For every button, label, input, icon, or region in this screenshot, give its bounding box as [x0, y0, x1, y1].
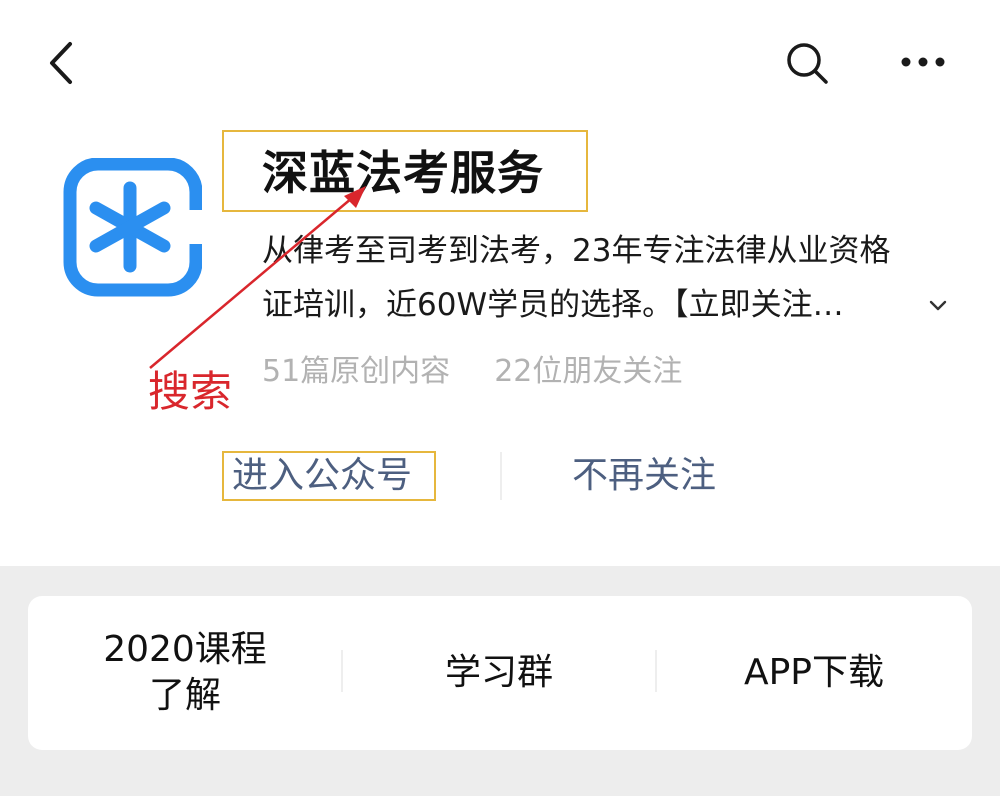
more-icon[interactable] [894, 40, 954, 86]
action-divider [500, 452, 502, 500]
unfollow-button[interactable]: 不再关注 [572, 452, 716, 500]
original-count: 51篇原创内容 [262, 354, 451, 389]
description-line: 证培训，近60W学员的选择。【立即关注… [262, 287, 844, 323]
account-stats: 51篇原创内容 22位朋友关注 [262, 350, 682, 394]
description-line: 从律考至司考到法考，23年专注法律从业资格 [262, 233, 891, 269]
asterisk-logo-icon [62, 157, 204, 298]
account-name: 深蓝法考服务 [262, 146, 544, 200]
account-description[interactable]: 从律考至司考到法考，23年专注法律从业资格 证培训，近60W学员的选择。【立即关… [262, 224, 962, 332]
menu-item-label: APP下载 [743, 652, 885, 693]
menu-bar: 2020课程 了解 学习群 APP下载 [28, 596, 972, 750]
enter-account-button[interactable]: 进入公众号 [232, 452, 428, 500]
chevron-down-icon[interactable] [928, 296, 948, 316]
menu-item-app-download[interactable]: APP下载 [656, 596, 972, 750]
friends-following: 22位朋友关注 [494, 354, 683, 389]
menu-item-label: 学习群 [444, 652, 553, 693]
menu-item-study-group[interactable]: 学习群 [342, 596, 656, 750]
chevron-left-icon[interactable] [38, 38, 88, 88]
menu-item-label: 2020课程 [103, 629, 267, 670]
menu-item-course[interactable]: 2020课程 了解 [28, 596, 342, 750]
menu-item-label: 了解 [148, 675, 221, 716]
annotation-label: 搜索 [148, 367, 233, 416]
search-icon[interactable] [780, 36, 834, 90]
